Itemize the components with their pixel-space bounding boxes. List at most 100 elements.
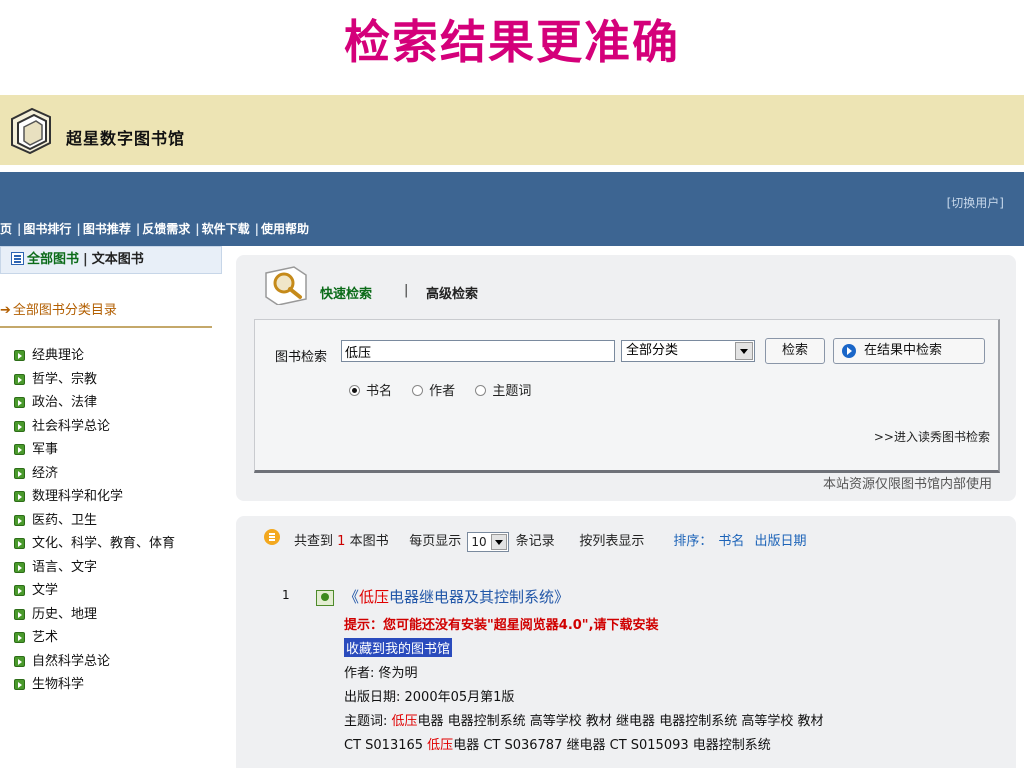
- search-panel: 快速检索 | 高级检索 图书检索 全部分类 检索 在结果中检索 书名 作者 主题…: [236, 255, 1016, 501]
- tab-text-books[interactable]: 文本图书: [92, 252, 144, 267]
- result-title-link[interactable]: 《低压电器继电器及其控制系统》: [344, 586, 569, 607]
- nav-separator: |: [17, 222, 22, 236]
- category-header-label: 全部图书分类目录: [12, 303, 117, 318]
- radio-author[interactable]: [412, 385, 424, 396]
- found-suffix: 本图书: [349, 534, 389, 549]
- classification-prefix: CT S013165: [344, 738, 428, 753]
- magnifier-icon: [265, 266, 307, 305]
- category-item[interactable]: 军事: [14, 438, 214, 462]
- book-list-icon: [11, 252, 24, 265]
- bullet-icon: [14, 373, 25, 385]
- logo-text: 超星数字图书馆: [66, 129, 186, 148]
- perpage-label: 每页显示: [409, 534, 462, 549]
- sidebar-tabs: 全部图书 | 文本图书: [0, 246, 222, 274]
- category-label: 自然科学总论: [32, 653, 111, 669]
- sort-label: 排序：: [673, 534, 713, 549]
- dropdown-arrow-icon[interactable]: [735, 342, 753, 360]
- radio-title[interactable]: [349, 385, 360, 396]
- bullet-icon: [14, 561, 25, 573]
- results-panel: 共查到 1 本图书 每页显示 10 条记录 按列表显示 排序： 书名 出版日期 1…: [236, 516, 1016, 768]
- nav-separator: |: [195, 222, 200, 236]
- search-in-results-label: 在结果中检索: [864, 343, 943, 358]
- category-label: 语言、文字: [32, 559, 98, 575]
- category-label: 文学: [32, 583, 59, 598]
- search-input[interactable]: [341, 340, 615, 362]
- play-circle-icon: [842, 344, 856, 358]
- nav-item-download[interactable]: 软件下载: [202, 222, 250, 236]
- category-header[interactable]: ➔ 全部图书分类目录: [0, 302, 212, 328]
- title-open: 《: [344, 588, 360, 606]
- radio-subject[interactable]: [475, 385, 487, 396]
- result-pub-date: 出版日期: 2000年05月第1版: [344, 690, 515, 705]
- category-item[interactable]: 艺术: [14, 626, 214, 650]
- nav-item-home[interactable]: 页: [0, 222, 12, 236]
- duxiu-search-link[interactable]: >>进入读秀图书检索: [874, 428, 990, 445]
- category-label: 艺术: [32, 630, 59, 645]
- results-toolbar: 共查到 1 本图书 每页显示 10 条记录 按列表显示 排序： 书名 出版日期: [264, 528, 1004, 552]
- book-icon[interactable]: [316, 590, 334, 606]
- nav-separator: |: [135, 222, 141, 236]
- title-highlight: 低压: [359, 588, 390, 606]
- title-rest: 电器继电器及其控制系统》: [389, 588, 570, 606]
- nav-item-ranking[interactable]: 图书排行: [23, 222, 71, 236]
- category-item[interactable]: 文学: [14, 579, 214, 603]
- category-item[interactable]: 生物科学: [14, 673, 214, 697]
- category-item[interactable]: 哲学、宗教: [14, 368, 214, 392]
- tab-all-books[interactable]: 全部图书: [27, 252, 79, 267]
- sort-by-date[interactable]: 出版日期: [755, 534, 807, 549]
- nav-item-recommend[interactable]: 图书推荐: [83, 222, 131, 236]
- nav-item-help[interactable]: 使用帮助: [261, 222, 309, 236]
- subject-rest: 电器 电器控制系统 高等学校 教材 继电器 电器控制系统 高等学校 教材: [417, 714, 824, 729]
- dropdown-arrow-icon[interactable]: [491, 533, 508, 550]
- list-view-link[interactable]: 按列表显示: [579, 534, 644, 549]
- bullet-icon: [14, 608, 25, 620]
- category-select-value: 全部分类: [626, 343, 679, 358]
- nav-separator: |: [254, 222, 260, 236]
- classification-rest: 电器 CT S036787 继电器 CT S015093 电器控制系统: [453, 738, 771, 753]
- nav-item-feedback[interactable]: 反馈需求: [142, 222, 190, 236]
- top-nav-bar: [切换用户] 页 | 图书排行 | 图书推荐 | 反馈需求 | 软件下载 | 使用帮助: [0, 172, 1024, 246]
- page-root: 检索结果更准确 超星数字图书馆 [切换用户] 页 | 图书排行 | 图书推荐 | 反馈需求 |…: [0, 0, 1024, 768]
- category-item[interactable]: 社会科学总论: [14, 415, 214, 439]
- category-item[interactable]: 自然科学总论: [14, 650, 214, 674]
- perpage-select[interactable]: 10: [467, 531, 510, 552]
- install-reader-hint[interactable]: 提示：您可能还没有安装"超星阅览器4.0",请下载安装: [344, 614, 659, 633]
- category-item[interactable]: 历史、地理: [14, 603, 214, 627]
- bullet-icon: [14, 632, 25, 643]
- category-label: 历史、地理: [32, 606, 98, 622]
- bullet-icon: [14, 585, 25, 596]
- nav-separator: |: [76, 222, 81, 236]
- category-item[interactable]: 经典理论: [14, 344, 214, 368]
- sort-by-title[interactable]: 书名: [718, 534, 744, 549]
- tab-advanced-search[interactable]: 高级检索: [426, 283, 478, 302]
- search-button[interactable]: 检索: [765, 338, 825, 364]
- bullet-icon: [14, 491, 25, 502]
- category-label: 数理科学和化学: [32, 489, 124, 504]
- category-item[interactable]: 经济: [14, 462, 214, 486]
- usage-notice: 本站资源仅限图书馆内部使用: [822, 477, 992, 492]
- category-label: 经济: [32, 465, 59, 481]
- category-label: 哲学、宗教: [32, 371, 98, 387]
- category-item[interactable]: 医药、卫生: [14, 509, 214, 533]
- category-item[interactable]: 政治、法律: [14, 391, 214, 415]
- classification-highlight: 低压: [427, 738, 454, 753]
- category-item[interactable]: 数理科学和化学: [14, 485, 214, 509]
- bullet-icon: [14, 467, 25, 479]
- add-to-favorites-link[interactable]: 收藏到我的图书馆: [344, 638, 453, 657]
- radio-title-label: 书名: [366, 384, 393, 399]
- list-icon: [264, 529, 280, 545]
- bullet-icon: [14, 397, 25, 408]
- tab-quick-search[interactable]: 快速检索: [320, 283, 372, 302]
- bullet-icon: [14, 420, 25, 432]
- category-select[interactable]: 全部分类: [621, 340, 755, 362]
- arrow-right-icon: ➔: [0, 303, 11, 318]
- bullet-icon: [14, 679, 25, 690]
- search-in-results-button[interactable]: 在结果中检索: [833, 338, 985, 364]
- tab-separator: |: [404, 283, 409, 298]
- category-item[interactable]: 文化、科学、教育、体育: [14, 532, 214, 556]
- switch-user-link[interactable]: [切换用户]: [947, 194, 1004, 211]
- bullet-icon: [14, 514, 25, 526]
- bullet-icon: [14, 538, 25, 549]
- result-subjects: 主题词: 低压电器 电器控制系统 高等学校 教材 继电器 电器控制系统 高等学校…: [344, 710, 823, 729]
- category-item[interactable]: 语言、文字: [14, 556, 214, 580]
